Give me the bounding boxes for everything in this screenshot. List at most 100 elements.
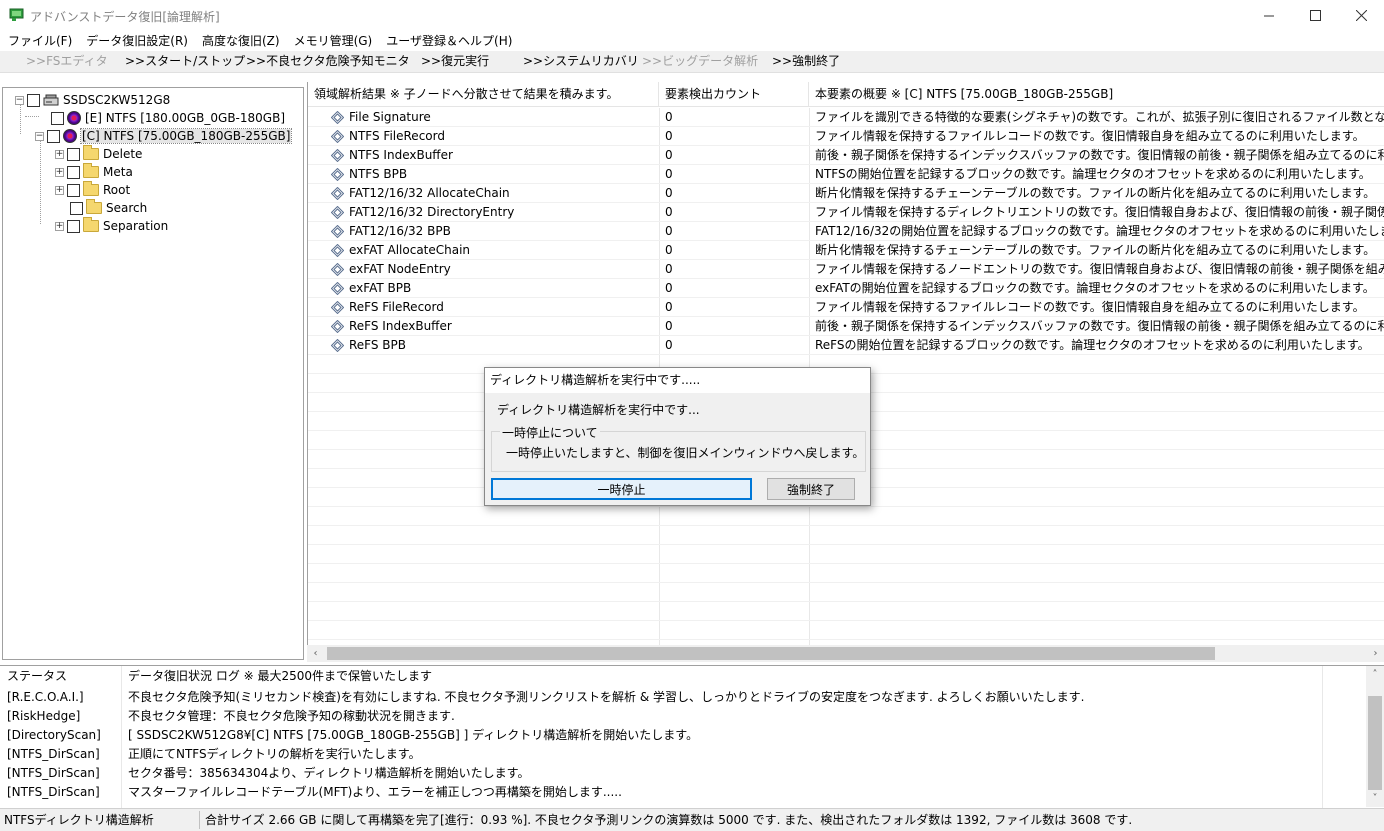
fs-editor-button[interactable]: >>FSエディタ — [26, 51, 108, 73]
progress-dialog: ディレクトリ構造解析を実行中です..... ディレクトリ構造解析を実行中です..… — [484, 367, 871, 506]
log-status: [DirectoryScan] — [7, 728, 101, 742]
scroll-thumb[interactable] — [327, 647, 1215, 660]
expand-icon[interactable]: + — [55, 185, 64, 195]
table-row[interactable]: FAT12/16/32 DirectoryEntry 0 ファイル情報を保持するディ… — [308, 203, 1384, 222]
tree-folder-separation[interactable]: + Separation — [55, 217, 168, 235]
tree-disk-node[interactable]: − SSDSC2KW512G8 — [15, 91, 170, 109]
cell-name: exFAT AllocateChain — [349, 243, 471, 257]
scroll-left-icon[interactable]: ‹ — [307, 645, 324, 662]
expand-icon[interactable]: + — [55, 149, 64, 159]
table-row[interactable]: FAT12/16/32 BPB 0 FAT12/16/32の開始位置を記録するブロッ… — [308, 222, 1384, 241]
tree-label-volume-c: [C] NTFS [75.00GB_180GB-255GB] — [79, 128, 293, 144]
minimize-icon — [1263, 15, 1274, 16]
column-header-count[interactable]: 要素検出カウント — [659, 82, 809, 107]
toolbar: >>FSエディタ >>スタート/ストップ >>不良セクタ危険予知モニタ >>復元… — [0, 51, 1384, 73]
cell-desc: FAT12/16/32の開始位置を記録するブロックの数です。論理セクタのオフセッ… — [815, 224, 1384, 238]
expand-icon[interactable]: + — [55, 167, 64, 177]
vertical-scrollbar[interactable]: ˄ ˅ — [1366, 666, 1384, 807]
big-data-button[interactable]: >>ビッグデータ解析 — [642, 51, 758, 73]
log-status: [RiskHedge] — [7, 709, 81, 723]
volume-tree[interactable]: − SSDSC2KW512G8 [E] NTFS [180.00GB_0GB-1… — [2, 87, 304, 660]
tree-volume-c[interactable]: − [C] NTFS [75.00GB_180GB-255GB] — [35, 127, 293, 145]
table-row[interactable]: exFAT BPB 0 exFATの開始位置を記録するブロックの数です。論理セクタの… — [308, 279, 1384, 298]
minimize-button[interactable] — [1246, 0, 1292, 30]
cell-desc: 前後・親子関係を保持するインデックスバッファの数です。復旧情報の前後・親子関係を… — [815, 319, 1384, 333]
log-row[interactable]: [RiskHedge] 不良セクタ管理：不良セクタ危険予知の稼動状況を開きます. — [0, 707, 1366, 726]
tree-folder-search[interactable]: Search — [70, 199, 147, 217]
cell-name: FAT12/16/32 AllocateChain — [349, 186, 510, 200]
cell-count: 0 — [665, 281, 673, 295]
hard-disk-icon — [43, 94, 59, 106]
table-row[interactable]: exFAT AllocateChain 0 断片化情報を保持するチェーンテーブルの数… — [308, 241, 1384, 260]
log-row[interactable]: [NTFS_DirScan] マスターファイルレコードテーブル(MFT)より、エラ… — [0, 783, 1366, 802]
scroll-down-icon[interactable]: ˅ — [1366, 790, 1384, 807]
scroll-right-icon[interactable]: › — [1367, 645, 1384, 662]
close-button[interactable] — [1338, 0, 1384, 30]
start-stop-button[interactable]: >>スタート/ストップ — [125, 51, 245, 73]
collapse-icon[interactable]: − — [15, 95, 24, 105]
table-row[interactable]: NTFS BPB 0 NTFSの開始位置を記録するブロックの数です。論理セクタのオフ… — [308, 165, 1384, 184]
menu-recovery-settings[interactable]: データ復旧設定(R) — [86, 31, 188, 51]
table-row[interactable]: ReFS BPB 0 ReFSの開始位置を記録するブロックの数です。論理セクタのオフ… — [308, 336, 1384, 355]
tree-label-disk: SSDSC2KW512G8 — [63, 93, 171, 107]
table-row[interactable]: File Signature 0 ファイルを識別できる特徴的な要素(シグネチャ)の数… — [308, 108, 1384, 127]
log-row[interactable]: [NTFS_DirScan] 正順にてNTFSディレクトリの解析を実行いたします。 — [0, 745, 1366, 764]
cell-desc: 前後・親子関係を保持するインデックスバッファの数です。復旧情報の前後・親子関係を… — [815, 148, 1384, 162]
tree-volume-e[interactable]: [E] NTFS [180.00GB_0GB-180GB] — [51, 109, 285, 127]
cell-name: ReFS IndexBuffer — [349, 319, 452, 333]
log-row[interactable]: [R.E.C.O.A.I.] 不良セクタ危険予知(ミリセカンド検査)を有効にします… — [0, 688, 1366, 707]
bad-sector-monitor-button[interactable]: >>不良セクタ危険予知モニタ — [246, 51, 410, 73]
cell-count: 0 — [665, 319, 673, 333]
force-quit-dialog-button[interactable]: 強制終了 — [767, 478, 855, 500]
log-pane[interactable]: ステータス データ復旧状況 ログ ※ 最大2500件まで保管いたします [R.E.C… — [0, 665, 1384, 808]
window-title: アドバンストデータ復旧[論理解析] — [30, 10, 220, 24]
table-row[interactable]: ReFS IndexBuffer 0 前後・親子関係を保持するインデックスバッファの… — [308, 317, 1384, 336]
collapse-icon[interactable]: − — [35, 131, 44, 141]
column-header-name[interactable]: 領域解析結果 ※ 子ノードへ分散させて結果を積みます。 — [308, 82, 659, 107]
restore-button[interactable]: >>復元実行 — [421, 51, 489, 73]
element-icon — [330, 300, 345, 315]
menu-memory[interactable]: メモリ管理(G) — [294, 31, 373, 51]
log-row[interactable]: [DirectoryScan] [ SSDSC2KW512G8¥[C] NTFS … — [0, 726, 1366, 745]
tree-folder-root[interactable]: + Root — [55, 181, 130, 199]
volume-icon — [63, 129, 77, 143]
force-quit-button[interactable]: >>強制終了 — [772, 51, 840, 73]
scroll-up-icon[interactable]: ˄ — [1366, 666, 1384, 683]
maximize-button[interactable] — [1292, 0, 1338, 30]
table-row[interactable]: FAT12/16/32 AllocateChain 0 断片化情報を保持するチェーン… — [308, 184, 1384, 203]
expand-icon[interactable]: + — [55, 221, 64, 231]
log-row[interactable]: [NTFS_DirScan] セクタ番号：385634304より、ディレクトリ構造… — [0, 764, 1366, 783]
menu-help[interactable]: ユーザ登録＆ヘルプ(H) — [386, 31, 512, 51]
tree-checkbox[interactable] — [70, 201, 83, 215]
tree-label-folder: Delete — [103, 147, 143, 161]
tree-checkbox[interactable] — [27, 93, 40, 107]
list-header: 領域解析結果 ※ 子ノードへ分散させて結果を積みます。 要素検出カウント 本要素… — [308, 82, 1384, 107]
horizontal-scrollbar[interactable]: ‹ › — [307, 645, 1384, 662]
column-header-desc[interactable]: 本要素の概要 ※ [C] NTFS [75.00GB_180GB-255GB] — [809, 82, 1384, 107]
scroll-thumb[interactable] — [1368, 696, 1382, 790]
log-status: [NTFS_DirScan] — [7, 785, 100, 799]
log-message: 不良セクタ管理：不良セクタ危険予知の稼動状況を開きます. — [128, 709, 455, 723]
cell-desc: ファイル情報を保持するノードエントリの数です。復旧情報自身および、復旧情報の前後… — [815, 262, 1384, 276]
table-row[interactable]: exFAT NodeEntry 0 ファイル情報を保持するノードエントリの数です。復… — [308, 260, 1384, 279]
tree-checkbox[interactable] — [47, 129, 60, 143]
tree-checkbox[interactable] — [51, 111, 64, 125]
close-icon — [1355, 9, 1367, 21]
table-row[interactable]: ReFS FileRecord 0 ファイル情報を保持するファイルレコードの数です。… — [308, 298, 1384, 317]
tree-checkbox[interactable] — [67, 183, 80, 197]
tree-folder-delete[interactable]: + Delete — [55, 145, 142, 163]
tree-checkbox[interactable] — [67, 219, 80, 233]
tree-label-folder: Search — [106, 201, 148, 215]
tree-checkbox[interactable] — [67, 165, 80, 179]
table-row[interactable]: NTFS FileRecord 0 ファイル情報を保持するファイルレコードの数です。… — [308, 127, 1384, 146]
pause-button[interactable]: 一時停止 — [491, 478, 752, 500]
status-progress: 合計サイズ 2.66 GB に関して再構築を完了[進行：0.93 %]. 不良セ… — [205, 813, 1133, 827]
table-row[interactable]: NTFS IndexBuffer 0 前後・親子関係を保持するインデックスバッファの… — [308, 146, 1384, 165]
menu-file[interactable]: ファイル(F) — [8, 31, 72, 51]
cell-name: NTFS IndexBuffer — [349, 148, 453, 162]
tree-checkbox[interactable] — [67, 147, 80, 161]
tree-folder-meta[interactable]: + Meta — [55, 163, 133, 181]
menu-advanced-recovery[interactable]: 高度な復旧(Z) — [202, 31, 280, 51]
cell-name: FAT12/16/32 BPB — [349, 224, 451, 238]
system-recovery-button[interactable]: >>システムリカバリ — [523, 51, 639, 73]
